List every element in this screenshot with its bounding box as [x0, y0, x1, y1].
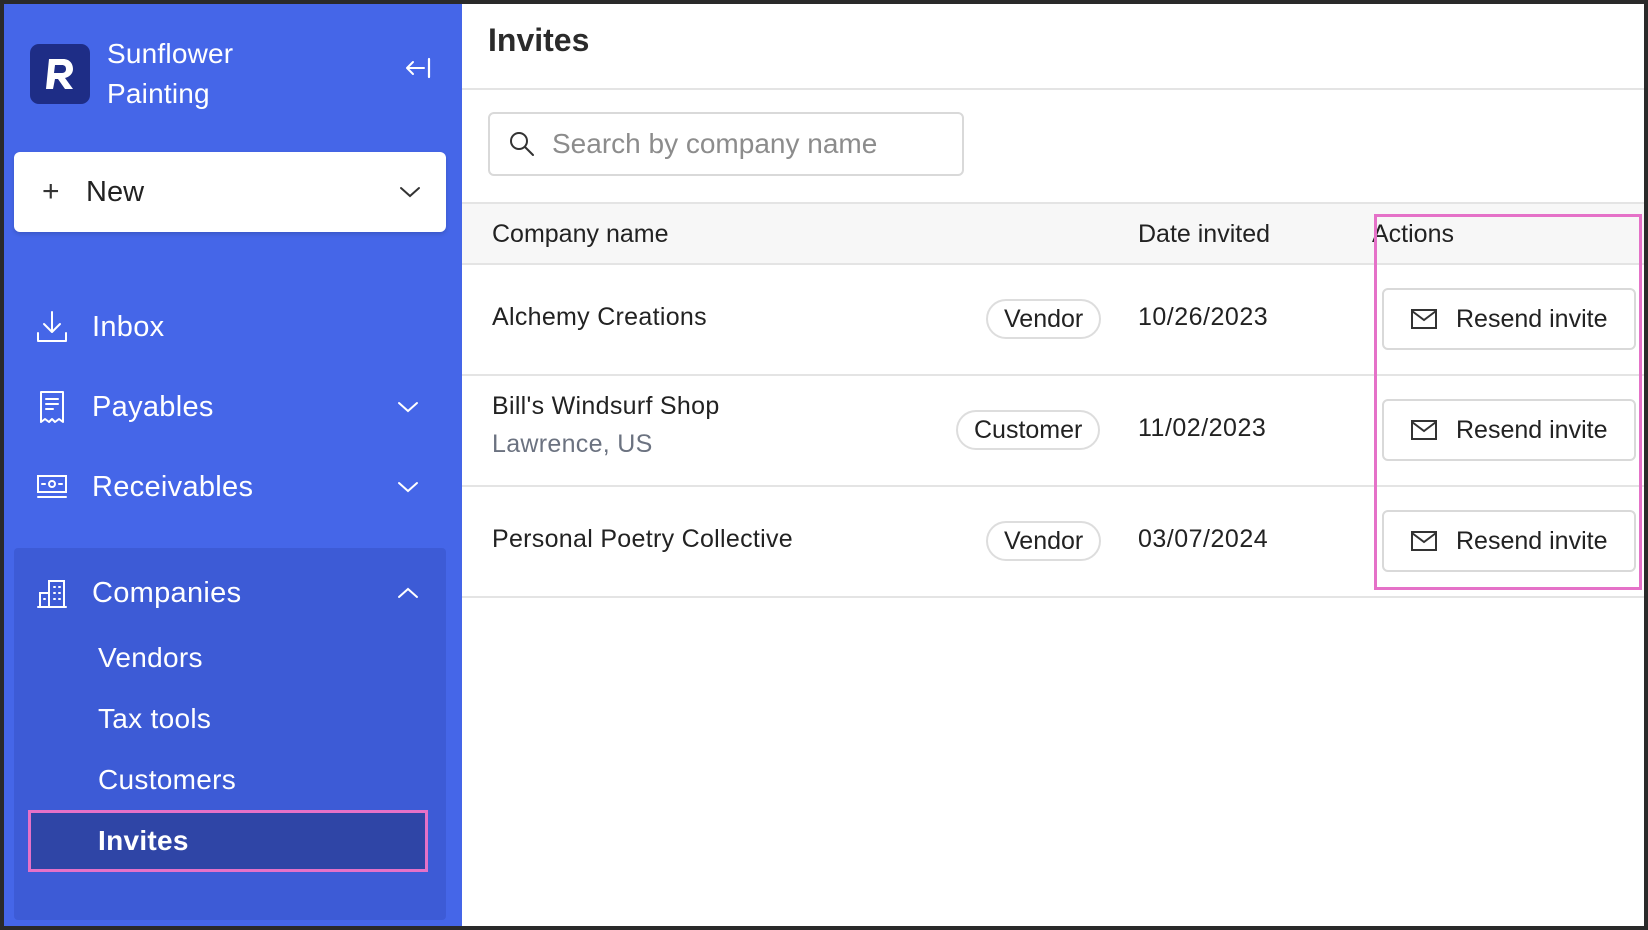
- brand: Sunflower Painting: [30, 34, 287, 114]
- sidebar-item-label: Receivables: [92, 470, 254, 503]
- sidebar-subitem-tax-tools[interactable]: Tax tools: [28, 689, 428, 749]
- page-title: Invites: [488, 22, 590, 58]
- main-content: Invites Company name Date invited Action…: [462, 4, 1644, 926]
- divider: [462, 88, 1644, 90]
- logo-r-icon: [46, 59, 73, 89]
- sidebar: Sunflower Painting + New Inbox Payables …: [4, 4, 462, 926]
- resend-invite-label: Resend invite: [1456, 304, 1608, 333]
- sidebar-item-label: Inbox: [92, 310, 165, 343]
- resend-invite-button[interactable]: Resend invite: [1382, 288, 1636, 350]
- search-input[interactable]: [552, 128, 952, 160]
- company-name-cell[interactable]: Personal Poetry Collective: [492, 525, 793, 554]
- company-type-badge: Vendor: [986, 521, 1102, 561]
- column-header-date: Date invited: [1138, 220, 1271, 248]
- table-row: Bill's Windsurf Shop Lawrence, US Custom…: [462, 376, 1644, 487]
- envelope-icon: [1411, 420, 1437, 440]
- sidebar-subitem-invites[interactable]: Invites: [28, 810, 428, 872]
- column-header-actions: Actions: [1372, 220, 1454, 248]
- sidebar-subitem-customers[interactable]: Customers: [28, 750, 428, 810]
- company-type-badge: Customer: [956, 410, 1101, 450]
- date-invited-cell: 11/02/2023: [1138, 414, 1267, 442]
- chevron-down-icon: [388, 400, 428, 414]
- sidebar-item-receivables[interactable]: Receivables: [14, 452, 446, 522]
- sidebar-item-companies[interactable]: Companies: [14, 558, 446, 628]
- chevron-up-icon: [388, 586, 428, 600]
- companies-group: Companies Vendors Tax tools Customers In…: [14, 548, 446, 920]
- invites-table: Company name Date invited Actions Alchem…: [462, 202, 1644, 598]
- sidebar-subitem-vendors[interactable]: Vendors: [28, 628, 428, 688]
- resend-invite-label: Resend invite: [1456, 526, 1608, 555]
- sidebar-item-label: Payables: [92, 390, 214, 423]
- company-type-badge: Vendor: [986, 299, 1102, 339]
- new-button-label: New: [86, 175, 145, 208]
- collapse-left-icon: [406, 57, 431, 79]
- sidebar-item-inbox[interactable]: Inbox: [14, 292, 446, 362]
- company-name-cell[interactable]: Alchemy Creations: [492, 303, 707, 332]
- company-name: Sunflower Painting: [107, 38, 234, 109]
- date-invited-cell: 10/26/2023: [1138, 303, 1269, 331]
- receipt-icon: [32, 387, 72, 427]
- company-location: Lawrence, US: [492, 430, 653, 458]
- resend-invite-label: Resend invite: [1456, 415, 1608, 444]
- search-box[interactable]: [488, 112, 964, 176]
- table-row: Alchemy Creations Vendor 10/26/2023 Rese…: [462, 265, 1644, 376]
- column-header-company: Company name: [492, 220, 669, 248]
- search-icon: [510, 132, 534, 156]
- money-icon: [32, 467, 72, 507]
- building-icon: [32, 573, 72, 613]
- app-window: Sunflower Painting + New Inbox Payables …: [4, 4, 1644, 926]
- new-button[interactable]: + New: [14, 152, 446, 232]
- plus-icon: +: [42, 175, 60, 208]
- collapse-sidebar-button[interactable]: [402, 52, 434, 84]
- envelope-icon: [1411, 309, 1437, 329]
- sidebar-item-label: Companies: [92, 576, 242, 609]
- sidebar-item-payables[interactable]: Payables: [14, 372, 446, 442]
- company-name-cell[interactable]: Bill's Windsurf Shop: [492, 392, 720, 421]
- company-logo: [30, 44, 90, 104]
- resend-invite-button[interactable]: Resend invite: [1382, 510, 1636, 572]
- chevron-down-icon: [388, 480, 428, 494]
- date-invited-cell: 03/07/2024: [1138, 525, 1269, 553]
- chevron-down-icon: [400, 187, 420, 198]
- inbox-download-icon: [32, 307, 72, 347]
- table-header: Company name Date invited Actions: [462, 202, 1644, 265]
- resend-invite-button[interactable]: Resend invite: [1382, 399, 1636, 461]
- table-row: Personal Poetry Collective Vendor 03/07/…: [462, 487, 1644, 598]
- envelope-icon: [1411, 531, 1437, 551]
